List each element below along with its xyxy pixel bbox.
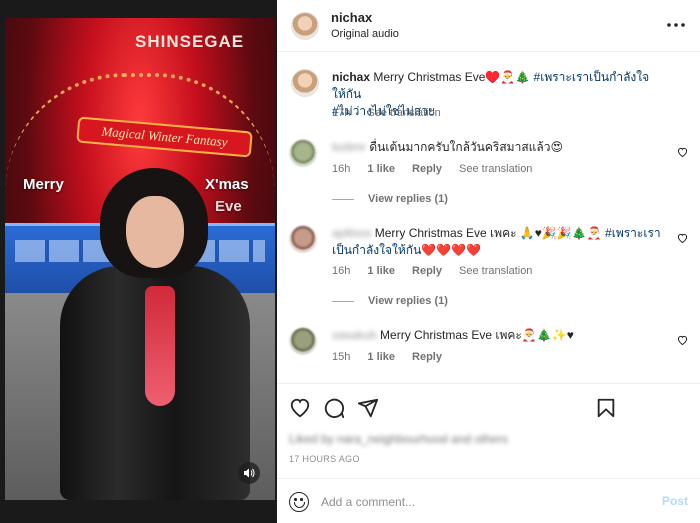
reply-button[interactable]: Reply [412,351,442,363]
comment-meta: 16h 1 like Reply See translation [332,163,546,175]
bookmark-icon[interactable] [595,397,617,419]
overlay-text-merry: Merry [23,176,64,193]
commenter-avatar[interactable] [289,327,317,355]
caption-username[interactable]: nichax [332,70,370,84]
view-replies-button[interactable]: View replies (1) [332,295,448,307]
speaker-icon[interactable] [238,462,260,484]
face [126,196,184,268]
commenter-avatar[interactable] [289,225,317,253]
caption-body: Merry Christmas Eve♥️🎅🎄 [373,70,531,84]
commenter-username[interactable]: bottmr [332,140,366,154]
comment-likes[interactable]: 1 like [367,351,395,363]
commenter-username[interactable]: sasakuh [332,328,377,342]
replies-divider [332,300,354,302]
more-horizontal-icon[interactable] [666,14,686,34]
comment-likes[interactable]: 1 like [367,265,395,277]
see-translation-link[interactable]: See translation [459,163,532,175]
caption-avatar[interactable] [291,69,319,97]
comment-time[interactable]: 16h [332,265,350,277]
person-figure [60,168,250,500]
comment-time[interactable]: 16h [332,163,350,175]
comment-meta: 15h 1 like Reply [332,351,456,363]
author-avatar[interactable] [291,12,319,40]
reply-button[interactable]: Reply [412,163,442,175]
comment-body: ดื่นเต้นมากครับใกล้วันคริสมาสแล้ว😍 [369,140,563,154]
post-header: nichax Original audio [277,0,700,52]
author-username[interactable]: nichax [331,10,372,25]
see-translation-link[interactable]: See translation [367,107,440,119]
post-photo: SHINSEGAE Magical Winter Fantasy Merry X… [5,18,275,500]
emoji-icon[interactable] [289,492,309,512]
like-comment-heart-icon[interactable] [676,147,688,159]
see-translation-link[interactable]: See translation [459,265,532,277]
comment-input[interactable] [321,491,641,513]
comment-composer: Post [277,478,700,523]
comment-body: Merry Christmas Eve เพคะ🎅🎄✨♥ [380,328,574,342]
comment-text: bottmr ดื่นเต้นมากครับใกล้วันคริสมาสแล้ว… [332,139,662,156]
comment-hearts: ❤️❤️❤️❤️ [421,243,482,257]
post-actions: Liked by nara_neighbourhood and others 1… [277,383,700,483]
post-media[interactable]: SHINSEGAE Magical Winter Fantasy Merry X… [0,0,277,523]
view-replies-label[interactable]: View replies (1) [368,295,448,307]
scarf [145,286,175,406]
replies-divider [332,198,354,200]
audio-label[interactable]: Original audio [331,28,399,40]
view-replies-label[interactable]: View replies (1) [368,193,448,205]
like-comment-heart-icon[interactable] [676,335,688,347]
commenter-username[interactable]: aplilsss [332,226,371,240]
store-sign: SHINSEGAE [135,32,245,51]
comments-list[interactable]: nichax Merry Christmas Eve♥️🎅🎄 #เพราะเรา… [277,53,700,383]
comment-meta: 16h 1 like Reply See translation [332,265,546,277]
comment-text: sasakuh Merry Christmas Eve เพคะ🎅🎄✨♥ [332,327,662,344]
comment-likes[interactable]: 1 like [367,163,395,175]
like-comment-heart-icon[interactable] [676,233,688,245]
caption-meta: 17h See translation [332,107,455,119]
commenter-avatar[interactable] [289,139,317,167]
comment-text: aplilsss Merry Christmas Eve เพคะ 🙏♥🎉🎉🎄🎅… [332,225,662,259]
share-send-icon[interactable] [357,397,379,419]
view-replies-button[interactable]: View replies (1) [332,193,448,205]
caption-time[interactable]: 17h [332,107,350,119]
comment-time[interactable]: 15h [332,351,350,363]
reply-button[interactable]: Reply [412,265,442,277]
like-heart-icon[interactable] [289,397,311,419]
post-timestamp[interactable]: 17 HOURS AGO [289,454,360,464]
liked-by-text[interactable]: Liked by nara_neighbourhood and others [289,432,508,446]
comment-body: Merry Christmas Eve เพคะ 🙏♥🎉🎉🎄🎅 [374,226,602,240]
comment-bubble-icon[interactable] [323,397,345,419]
post-comment-button[interactable]: Post [662,494,688,508]
post-details-panel: nichax Original audio nichax Merry Chris… [277,0,700,523]
